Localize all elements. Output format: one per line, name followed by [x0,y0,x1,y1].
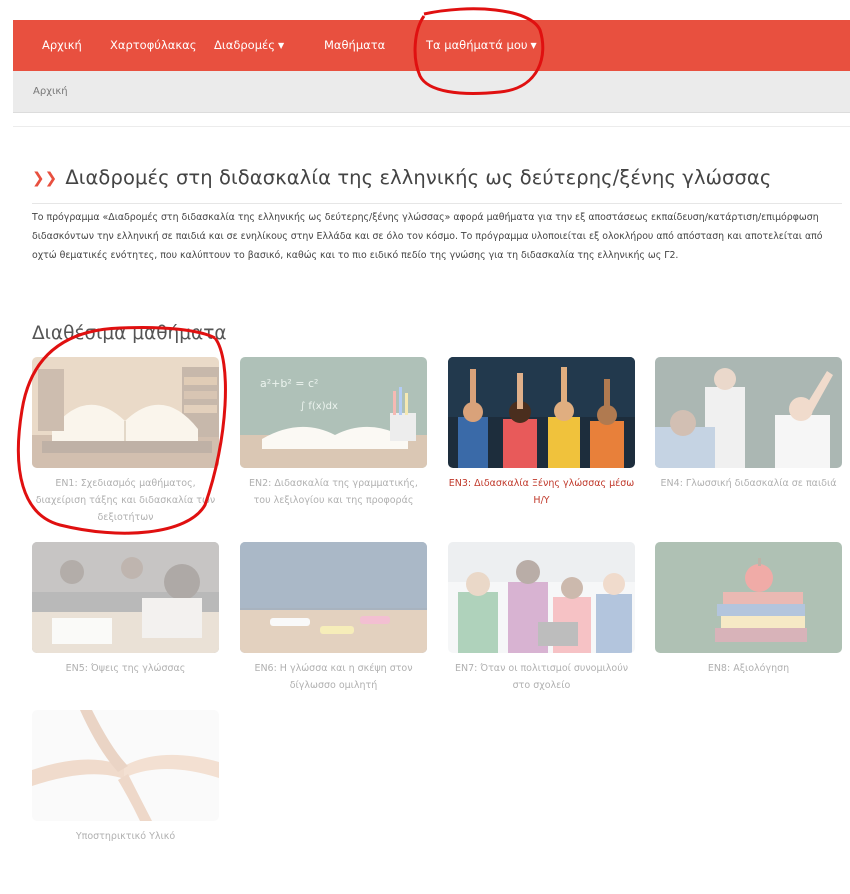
raised-hands-classroom-image [448,357,635,468]
course-card-en1[interactable]: ΕΝ1: Σχεδιασμός μαθήματος, διαχείριση τά… [32,357,219,526]
page-title-text: Διαδρομές στη διδασκαλία της ελληνικής ω… [65,166,772,189]
nav-item-paths[interactable]: Διαδρομές ▼ [214,38,284,52]
course-thumbnail[interactable] [448,357,635,468]
top-navbar: Αρχική Χαρτοφύλακας Διαδρομές ▼ Μαθήματα … [13,20,850,71]
course-card-en7[interactable]: ΕΝ7: Όταν οι πολιτισμοί συνομιλούν στο σ… [448,542,635,694]
course-card-en8[interactable]: ΕΝ8: Αξιολόγηση [655,542,842,677]
course-card-en2[interactable]: a²+b² = c² ∫ f(x)dx ΕΝ2: Διδασκαλία της … [240,357,427,509]
nav-item-my-courses-label: Τα μαθήματά μου [426,38,528,52]
course-thumbnail[interactable]: a²+b² = c² ∫ f(x)dx [240,357,427,468]
children-with-tablet-image [448,542,635,653]
nav-item-home[interactable]: Αρχική [42,38,82,52]
desk-with-chalk-image [240,542,427,653]
course-thumbnail[interactable] [32,710,219,821]
teacher-with-pupils-image [655,357,842,468]
nav-item-portfolio[interactable]: Χαρτοφύλακας [110,38,196,52]
books-on-table-image [32,357,219,468]
course-card-support[interactable]: Υποστηρικτικό Υλικό [32,710,219,845]
double-chevron-down-icon: ❯❯ [32,169,58,187]
page-title: ❯❯ Διαδρομές στη διδασκαλία της ελληνικής… [32,166,771,189]
book-and-chalkboard-image: a²+b² = c² ∫ f(x)dx [240,357,427,468]
course-title[interactable]: ΕΝ3: Διδασκαλία Ξένης γλώσσας μέσω Η/Υ [448,475,635,509]
course-title[interactable]: Υποστηρικτικό Υλικό [32,828,219,845]
course-title[interactable]: ΕΝ1: Σχεδιασμός μαθήματος, διαχείριση τά… [32,475,219,526]
chevron-down-icon: ▼ [278,41,285,50]
joined-hands-image [32,710,219,821]
chevron-down-icon: ▼ [530,41,537,50]
divider [32,203,842,204]
apple-on-books-image [655,542,842,653]
course-thumbnail[interactable] [655,357,842,468]
course-title[interactable]: ΕΝ6: Η γλώσσα και η σκέψη στον δίγλωσσο … [240,660,427,694]
section-title-available-courses: Διαθέσιμα μαθήματα [32,323,227,344]
course-thumbnail[interactable] [32,542,219,653]
course-card-en3[interactable]: ΕΝ3: Διδασκαλία Ξένης γλώσσας μέσω Η/Υ [448,357,635,509]
course-thumbnail[interactable] [655,542,842,653]
program-description: Το πρόγραμμα «Διαδρομές στη διδασκαλία τ… [32,212,823,261]
course-thumbnail[interactable] [240,542,427,653]
nav-item-my-courses[interactable]: Τα μαθήματά μου ▼ [426,38,537,52]
divider [13,126,850,127]
course-thumbnail[interactable] [32,357,219,468]
course-title[interactable]: ΕΝ7: Όταν οι πολιτισμοί συνομιλούν στο σ… [448,660,635,694]
breadcrumb: Αρχική [13,71,850,113]
course-title[interactable]: ΕΝ5: Όψεις της γλώσσας [32,660,219,677]
nav-item-paths-label: Διαδρομές [214,38,275,52]
course-title[interactable]: ΕΝ8: Αξιολόγηση [655,660,842,677]
breadcrumb-home-link[interactable]: Αρχική [33,86,68,97]
course-thumbnail[interactable] [448,542,635,653]
nav-item-courses[interactable]: Μαθήματα [324,38,385,52]
course-title[interactable]: ΕΝ2: Διδασκαλία της γραμματικής, του λεξ… [240,475,427,509]
svg-text:a²+b² = c²: a²+b² = c² [260,377,318,390]
course-card-en6[interactable]: ΕΝ6: Η γλώσσα και η σκέψη στον δίγλωσσο … [240,542,427,694]
students-writing-image [32,542,219,653]
course-title[interactable]: ΕΝ4: Γλωσσική διδασκαλία σε παιδιά [655,475,842,492]
course-card-en4[interactable]: ΕΝ4: Γλωσσική διδασκαλία σε παιδιά [655,357,842,492]
svg-text:∫ f(x)dx: ∫ f(x)dx [300,401,338,412]
course-card-en5[interactable]: ΕΝ5: Όψεις της γλώσσας [32,542,219,677]
